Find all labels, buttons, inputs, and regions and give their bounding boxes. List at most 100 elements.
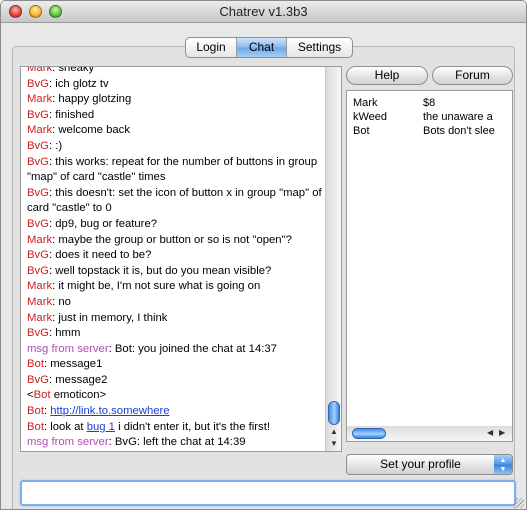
- tab-login[interactable]: Login: [186, 38, 237, 57]
- forum-button[interactable]: Forum: [432, 66, 513, 85]
- title-bar[interactable]: Chatrev v1.3b3: [1, 1, 526, 23]
- chat-scrollbar[interactable]: ▲ ▼: [325, 67, 341, 451]
- message-sender: BvG: [27, 186, 49, 199]
- tab-chat[interactable]: Chat: [237, 38, 287, 57]
- message-sender: BvG: [27, 249, 49, 262]
- message-sender: Mark: [27, 93, 53, 106]
- message-sender: Mark: [27, 233, 53, 246]
- user-list-hscrollbar[interactable]: ◀ ▶: [346, 426, 513, 442]
- chat-message: Mark: just in memory, I think: [27, 311, 325, 327]
- chat-message: BvG: dp9, bug or feature?: [27, 217, 325, 233]
- scroll-down-icon[interactable]: ▼: [328, 439, 340, 449]
- message-link[interactable]: bug 1: [87, 421, 115, 433]
- chat-message: Bot: bye bvg: [27, 451, 325, 452]
- message-sender: BvG: [27, 264, 49, 277]
- message-sender: BvG: [27, 139, 49, 152]
- message-text: message2: [55, 373, 108, 386]
- message-sender: BvG: [27, 155, 49, 168]
- message-text: no: [58, 295, 71, 308]
- help-button[interactable]: Help: [346, 66, 428, 85]
- window-content: Login Chat Settings Mark: sneaky BvG: ich…: [1, 24, 526, 509]
- message-text: just in memory, I think: [58, 311, 168, 324]
- message-text: it might be, I'm not sure what is going …: [58, 280, 261, 293]
- message-text: emoticon>: [50, 389, 107, 402]
- app-window: Chatrev v1.3b3 Login Chat Settings Mark:…: [0, 0, 527, 510]
- chat-message: Mark: maybe the group or button or so is…: [27, 233, 325, 249]
- message-sender: msg from server: [27, 342, 109, 355]
- tab-settings[interactable]: Settings: [287, 38, 352, 57]
- message-sender: BvG: [27, 327, 49, 340]
- message-sender: BvG: [27, 217, 49, 230]
- message-text: does it need to be?: [55, 249, 152, 262]
- chat-message: Mark: happy glotzing: [27, 92, 325, 108]
- chat-message: BvG: :): [27, 139, 325, 155]
- chat-scroll-thumb[interactable]: [328, 401, 340, 425]
- chat-message: msg from server: Bot: you joined the cha…: [27, 342, 325, 358]
- message-input-field[interactable]: [20, 480, 516, 506]
- message-sender: Bot: [27, 420, 44, 433]
- message-sender: Mark: [27, 124, 53, 137]
- chat-message: BvG: this works: repeat for the number o…: [27, 155, 325, 186]
- resize-grip-icon[interactable]: [514, 498, 524, 508]
- chat-message: BvG: this doesn't: set the icon of butto…: [27, 186, 325, 217]
- window-title: Chatrev v1.3b3: [219, 4, 308, 19]
- message-sender: Mark: [27, 311, 53, 324]
- message-text: this works: repeat for the number of but…: [27, 155, 318, 184]
- chat-message: Mark: sneaky: [27, 66, 325, 77]
- user-name: kWeed: [353, 111, 388, 123]
- message-text: message1: [50, 358, 103, 371]
- chat-message: Bot: look at bug 1 i didn't enter it, bu…: [27, 420, 325, 436]
- message-sender: BvG: [27, 77, 49, 90]
- chat-messages: Mark: sneaky BvG: ich glotz tv Mark: happy…: [27, 66, 325, 452]
- chat-message: Bot: message1: [27, 357, 325, 373]
- user-status-message: Bots don't slee: [423, 125, 495, 137]
- message-input[interactable]: [22, 482, 514, 504]
- message-sender: Bot: [33, 389, 51, 402]
- chat-message: Mark: welcome back: [27, 123, 325, 139]
- chat-message: Mark: it might be, I'm not sure what is …: [27, 279, 325, 295]
- message-text: sneaky: [58, 66, 95, 74]
- chat-message: BvG: ich glotz tv: [27, 77, 325, 93]
- chat-message: <Bot emoticon>: [27, 388, 325, 404]
- scroll-right-icon[interactable]: ▶: [499, 428, 505, 437]
- profile-popup-button[interactable]: Set your profile ▲ ▼: [346, 454, 513, 475]
- chat-log[interactable]: Mark: sneaky BvG: ich glotz tv Mark: happy…: [20, 66, 342, 452]
- user-list-scroll-thumb[interactable]: [352, 428, 386, 439]
- scroll-left-icon[interactable]: ◀: [487, 428, 493, 437]
- message-text: :): [55, 139, 63, 152]
- chat-message: BvG: does it need to be?: [27, 248, 325, 264]
- updown-arrows-icon: ▲ ▼: [494, 455, 512, 474]
- message-text: welcome back: [58, 124, 130, 137]
- message-prefix: <: [27, 389, 34, 402]
- message-text: BvG: left the chat at 14:39: [114, 436, 246, 449]
- message-text: finished: [55, 108, 95, 121]
- message-text-after: i didn't enter it, but it's the first!: [114, 420, 270, 433]
- user-list[interactable]: Mark $8 kWeed the unaware a Bot Bots don't sl…: [346, 90, 513, 427]
- message-sender: Mark: [27, 295, 53, 308]
- message-link[interactable]: http://link.to.somewhere: [50, 405, 169, 417]
- chat-message: msg from server: BvG: left the chat at 1…: [27, 435, 325, 451]
- message-text: ich glotz tv: [55, 77, 109, 90]
- chat-message: BvG: finished: [27, 108, 325, 124]
- scroll-up-icon[interactable]: ▲: [328, 427, 340, 437]
- user-name: Mark: [353, 97, 378, 109]
- message-text: Bot: you joined the chat at 14:37: [114, 342, 277, 355]
- tab-bar: Login Chat Settings: [185, 37, 353, 58]
- profile-label: Set your profile: [380, 457, 461, 471]
- user-status-message: $8: [423, 97, 436, 109]
- chat-message: Mark: no: [27, 295, 325, 311]
- message-text: well topstack it is, but do you mean vis…: [55, 264, 272, 277]
- user-name: Bot: [353, 125, 370, 137]
- message-sender: Mark: [27, 66, 53, 74]
- message-sender: BvG: [27, 373, 49, 386]
- message-sender: Bot: [27, 358, 44, 371]
- message-text: look at: [50, 420, 87, 433]
- chat-message: BvG: hmm: [27, 326, 325, 342]
- chat-message: BvG: message2: [27, 373, 325, 389]
- chat-message: Bot: http://link.to.somewhere: [27, 404, 325, 420]
- user-status-message: the unaware a: [423, 111, 493, 123]
- message-sender: Mark: [27, 280, 53, 293]
- message-text: dp9, bug or feature?: [55, 217, 158, 230]
- message-text: this doesn't: set the icon of button x i…: [27, 186, 322, 215]
- message-sender: msg from server: [27, 436, 109, 449]
